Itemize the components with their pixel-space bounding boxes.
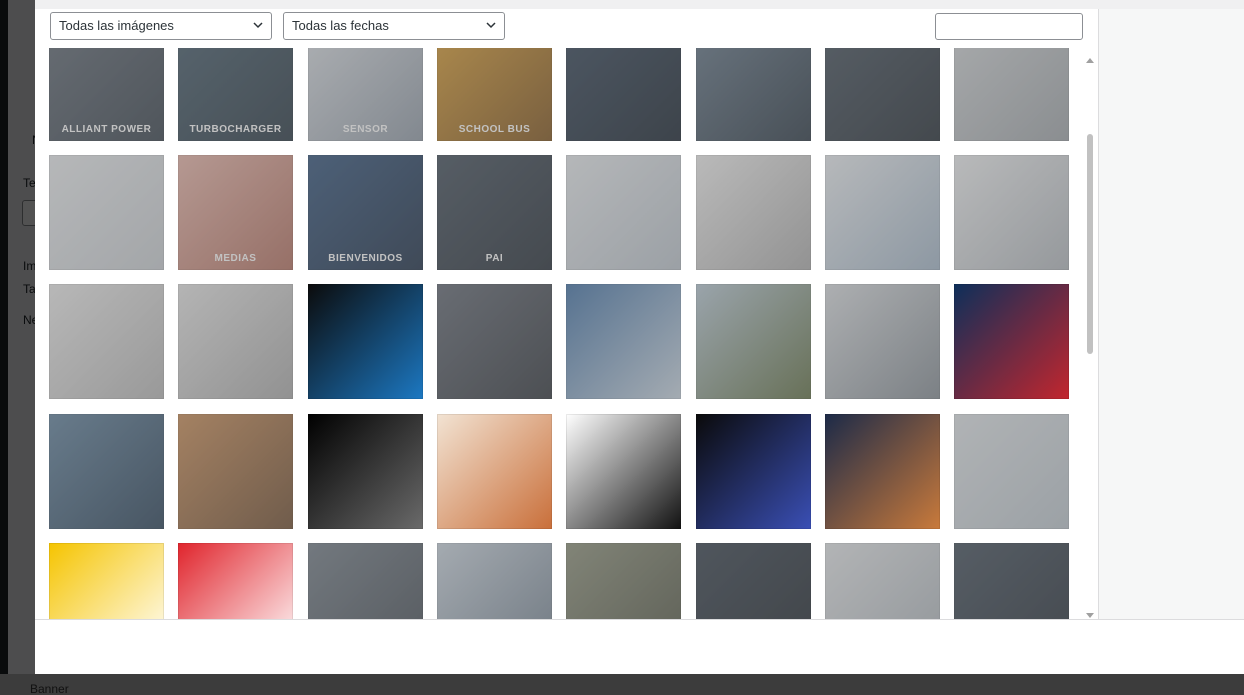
attachment-thumbnail[interactable] — [954, 284, 1069, 399]
attachment-thumbnail[interactable]: BIENVENIDOS — [308, 155, 423, 270]
attachment-thumbnail[interactable] — [308, 414, 423, 529]
modal-footer-toolbar — [35, 619, 1244, 674]
attachment-thumbnail[interactable]: ALLIANT MEXICO — [437, 543, 552, 619]
attachment-thumbnail[interactable]: National — [696, 543, 811, 619]
attachment-thumbnail[interactable] — [178, 543, 293, 619]
attachment-thumbnail[interactable] — [566, 284, 681, 399]
attachment-thumbnail[interactable]: ONRO — [49, 543, 164, 619]
attachment-thumbnail[interactable] — [566, 543, 681, 619]
chevron-down-icon — [486, 20, 496, 30]
media-type-filter-value: Todas las imágenes — [59, 18, 174, 33]
thumbnail-caption: SCHOOL BUS — [458, 124, 531, 135]
attachment-thumbnail[interactable]: SCHOOL BUS — [437, 48, 552, 141]
attachment-thumbnail[interactable] — [437, 284, 552, 399]
attachment-thumbnail[interactable]: PAI — [954, 543, 1069, 619]
attachment-thumbnail[interactable] — [696, 155, 811, 270]
attachment-thumbnail[interactable]: ALLIANT POWER — [49, 48, 164, 141]
attachment-thumbnail[interactable] — [696, 414, 811, 529]
background-bottom-label: Banner — [30, 682, 69, 695]
thumbnail-caption: SENSOR — [342, 124, 389, 135]
attachment-thumbnail[interactable] — [825, 284, 940, 399]
thumbnail-caption: MEDIAS — [214, 253, 257, 264]
attachment-thumbnail[interactable] — [954, 48, 1069, 141]
attachment-thumbnail[interactable]: SENSOR — [308, 48, 423, 141]
attachment-thumbnail[interactable] — [437, 414, 552, 529]
attachment-thumbnail[interactable]: TURBOCHARGER — [178, 48, 293, 141]
thumbnail-caption: BIENVENIDOS — [328, 253, 403, 264]
date-filter[interactable]: Todas las fechas — [283, 12, 505, 40]
attachment-thumbnail[interactable] — [566, 48, 681, 141]
attachments-grid: ALLIANT POWER TURBOCHARGER SENSOR SCHOOL BU… — [35, 48, 1098, 619]
attachment-details-sidebar — [1098, 9, 1244, 619]
modal-top-band — [35, 0, 1244, 9]
scrollbar-thumb[interactable] — [1087, 134, 1093, 354]
attachment-thumbnail[interactable] — [696, 284, 811, 399]
scroll-up-arrow-icon[interactable] — [1086, 52, 1094, 63]
media-type-filter[interactable]: Todas las imágenes — [50, 12, 272, 40]
scroll-down-arrow-icon[interactable] — [1086, 606, 1094, 618]
attachment-thumbnail[interactable] — [308, 284, 423, 399]
media-library-modal: Todas las imágenes Todas las fechas ALLI… — [35, 0, 1244, 674]
attachment-thumbnail[interactable] — [954, 414, 1069, 529]
attachment-thumbnail[interactable] — [49, 284, 164, 399]
attachment-thumbnail[interactable] — [49, 155, 164, 270]
attachment-thumbnail[interactable]: PAI — [437, 155, 552, 270]
attachment-thumbnail[interactable] — [49, 414, 164, 529]
background-bottom-bar — [0, 674, 1244, 695]
attachment-thumbnail[interactable] — [825, 48, 940, 141]
media-search-input[interactable] — [935, 13, 1083, 40]
attachment-thumbnail[interactable] — [825, 543, 940, 619]
attachment-thumbnail[interactable] — [178, 414, 293, 529]
attachment-thumbnail[interactable]: MEDIAS — [178, 155, 293, 270]
attachment-thumbnail[interactable] — [825, 155, 940, 270]
attachment-thumbnail[interactable] — [696, 48, 811, 141]
attachment-thumbnail[interactable]: MEDIAS — [308, 543, 423, 619]
attachment-thumbnail[interactable] — [566, 414, 681, 529]
thumbnail-caption: PAI — [485, 253, 504, 264]
date-filter-value: Todas las fechas — [292, 18, 389, 33]
attachment-thumbnail[interactable] — [825, 414, 940, 529]
thumbnail-caption: ALLIANT POWER — [61, 124, 152, 135]
attachment-thumbnail[interactable] — [178, 284, 293, 399]
thumbnail-caption: TURBOCHARGER — [189, 124, 282, 135]
chevron-down-icon — [253, 20, 263, 30]
attachment-thumbnail[interactable] — [954, 155, 1069, 270]
attachment-thumbnail[interactable] — [566, 155, 681, 270]
